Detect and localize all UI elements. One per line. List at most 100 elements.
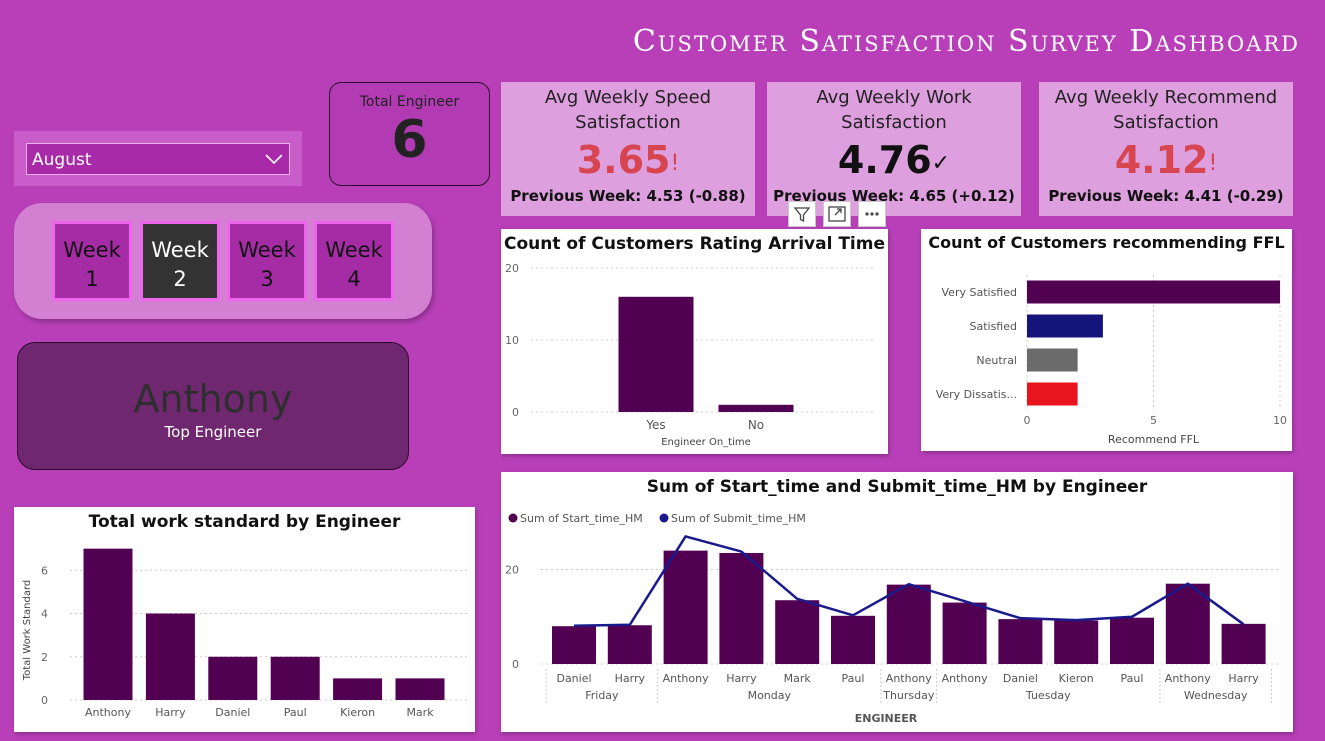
top-engineer-card: Anthony Top Engineer [17, 342, 409, 470]
x-tick-label: Anthony [942, 672, 988, 685]
bar [607, 625, 652, 664]
bar [333, 678, 383, 700]
arrival-chart: 0 10 20 Yes No Engineer On_time [505, 262, 876, 448]
bar [718, 404, 794, 412]
week-1-button[interactable]: Week 1 [52, 221, 132, 301]
x-tick-label: No [748, 418, 764, 432]
x-tick-label: Anthony [663, 672, 709, 685]
checkmark-icon: ✓ [931, 151, 951, 176]
bar [1027, 382, 1078, 406]
bar [395, 678, 445, 700]
work-standard-chart-panel: Total work standard by Engineer 0 2 4 6 Anth… [14, 507, 475, 732]
visual-toolbar [788, 201, 888, 228]
kpi-speed-value-row: 3.65! [501, 137, 755, 183]
x-tick-label: Daniel [556, 672, 591, 685]
total-engineer-card: Total Engineer 6 [329, 82, 490, 186]
x-axis-title: ENGINEER [855, 712, 918, 725]
x-group-label: Thursday [882, 689, 935, 702]
month-dropdown[interactable]: August [26, 143, 290, 175]
kpi-speed-previous: Previous Week: 4.53 (-0.88) [510, 187, 746, 205]
y-tick-label: Satisfied [969, 320, 1017, 333]
week-number: 1 [85, 267, 99, 291]
kpi-speed-value: 3.65 [576, 138, 671, 182]
work-standard-chart: 0 2 4 6 Anthony Harry Daniel Paul Kieron Mark Tota… [22, 548, 469, 719]
bar [831, 615, 875, 664]
more-options-button[interactable] [858, 201, 886, 227]
x-group-label: Tuesday [1025, 689, 1071, 702]
bar [942, 602, 987, 664]
x-tick-label: 0 [1024, 414, 1031, 427]
recommend-chart-panel: Count of Customers recommending FFL 0 5 10… [921, 229, 1292, 451]
dashboard-title: Customer Satisfaction Survey Dashboard [632, 24, 1300, 59]
x-tick-label: Paul [842, 672, 865, 685]
x-axis-title: Engineer On_time [661, 437, 751, 448]
y-tick-label: 20 [505, 262, 519, 275]
bar [1110, 617, 1154, 664]
bar [1221, 623, 1266, 664]
x-tick-label: Harry [155, 706, 186, 719]
week-number: 4 [347, 267, 361, 291]
legend-label: Sum of Start_time_HM [520, 512, 643, 525]
kpi-work-card: Avg Weekly Work Satisfaction 4.76✓ Previ… [767, 82, 1021, 216]
week-label: Week [238, 238, 296, 262]
bar [998, 619, 1043, 664]
bar [1054, 620, 1099, 664]
legend-marker [659, 513, 669, 523]
week-2-button[interactable]: Week 2 [140, 221, 220, 301]
bar [886, 584, 931, 664]
y-tick-label: 2 [41, 651, 48, 664]
week-label: Week [325, 238, 383, 262]
x-tick-label: Anthony [85, 706, 131, 719]
x-tick-label: Anthony [886, 672, 932, 685]
x-tick-label: Kieron [340, 706, 375, 719]
top-engineer-label: Top Engineer [164, 423, 262, 441]
filter-icon [793, 207, 811, 223]
kpi-recommend-label: Avg Weekly Recommend Satisfaction [1054, 87, 1278, 133]
x-tick-label: Harry [726, 672, 757, 685]
y-tick-label: 20 [505, 564, 519, 577]
x-tick-label: Daniel [215, 706, 250, 719]
total-engineer-label: Total Engineer [359, 94, 460, 110]
y-tick-label: 0 [41, 694, 48, 707]
kpi-work-label: Avg Weekly Work Satisfaction [816, 87, 972, 133]
x-tick-label: Daniel [1003, 672, 1038, 685]
alert-icon: ! [670, 151, 680, 176]
y-tick-label: 0 [512, 406, 519, 419]
legend-label: Sum of Submit_time_HM [671, 512, 806, 525]
week-3-button[interactable]: Week 3 [227, 221, 307, 301]
bar [208, 656, 258, 700]
week-4-button[interactable]: Week 4 [314, 221, 394, 301]
y-tick-label: 10 [505, 334, 519, 347]
legend-marker [508, 513, 518, 523]
x-tick-label: Mark [406, 706, 434, 719]
bar [145, 613, 195, 700]
month-dropdown-value: August [32, 150, 92, 170]
kpi-recommend-card: Avg Weekly Recommend Satisfaction 4.12! … [1039, 82, 1293, 216]
chevron-down-icon [265, 154, 283, 165]
y-tick-label: Very Satisfied [942, 286, 1017, 299]
week-number: 3 [260, 267, 274, 291]
y-tick-label: 6 [41, 564, 48, 577]
x-group-label: Monday [748, 689, 792, 702]
x-tick-label: Harry [615, 672, 646, 685]
x-group-label: Wednesday [1184, 689, 1248, 702]
x-tick-label: Mark [784, 672, 812, 685]
x-tick-label: 5 [1150, 414, 1157, 427]
more-options-icon [865, 212, 879, 216]
top-engineer-name: Anthony [133, 377, 293, 421]
focus-mode-button[interactable] [823, 201, 851, 227]
filter-button[interactable] [788, 201, 816, 227]
x-axis-title: Recommend FFL [1108, 433, 1200, 446]
focus-mode-icon [828, 206, 846, 222]
x-tick-label: Anthony [1165, 672, 1211, 685]
kpi-work-value-row: 4.76✓ [767, 137, 1021, 183]
recommend-chart: 0 5 10 Very Satisfied Satisfied Neutral Very D… [936, 275, 1287, 446]
total-engineer-value: 6 [391, 110, 428, 170]
x-tick-label: Paul [284, 706, 307, 719]
y-tick-label: Neutral [976, 354, 1017, 367]
y-tick-label: 4 [41, 608, 48, 621]
x-tick-label: Harry [1228, 672, 1259, 685]
week-label: Week [63, 238, 121, 262]
bar [1027, 314, 1103, 338]
y-tick-label: 0 [512, 658, 519, 671]
